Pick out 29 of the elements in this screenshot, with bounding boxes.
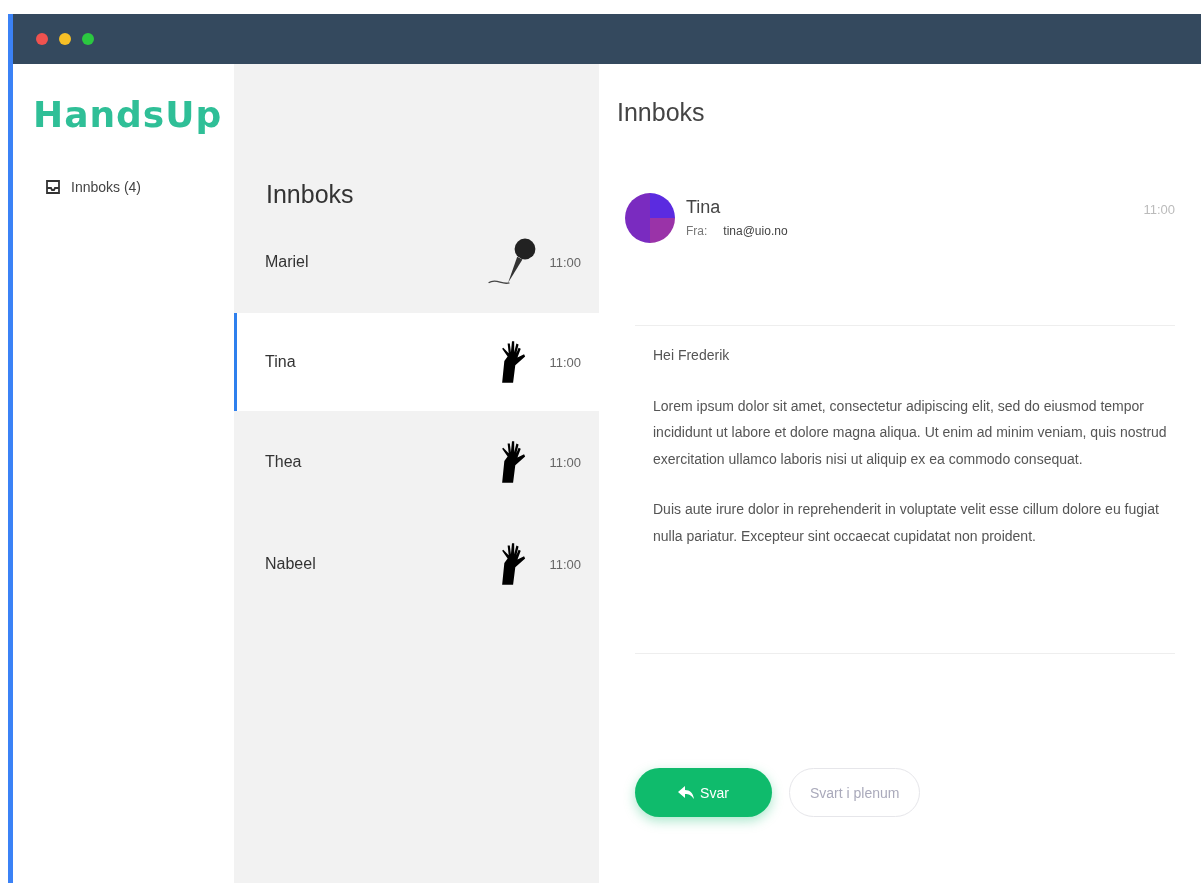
email-address: tina@uio.no (723, 224, 788, 238)
avatar (625, 193, 675, 243)
time-label: 11:00 (1143, 201, 1175, 217)
sender-name: Nabeel (265, 555, 317, 573)
sidebar-item[interactable]: Innboks (4) (45, 179, 142, 195)
close-icon[interactable] (36, 33, 48, 45)
maximize-icon[interactable] (82, 33, 94, 45)
from-label: Fra: (686, 224, 708, 238)
list-heading: Innboks (265, 180, 355, 209)
sender-name: Thea (265, 453, 303, 471)
time-label: 11:00 (548, 454, 581, 470)
time-label: 11:00 (548, 254, 581, 270)
greeting-text: Hei Frederik (653, 346, 731, 365)
body-paragraph: Lorem ipsum dolor sit amet, consectetur adipiscing elit, sed do eiusmod tempor incididunt ut labore et dolore magna aliqua. Ut enim ad minim veniam, quis nostrud exercitation ullamco laboris nisi ut aliquip ex ea commodo consequat. (653, 396, 1168, 469)
logo: HandsUp (33, 94, 224, 135)
sender-name: Tina (686, 197, 722, 218)
time-label: 11:00 (548, 354, 581, 370)
inbox-icon (45, 179, 61, 195)
body-paragraph: Duis aute irure dolor in reprehenderit in voluptate velit esse cillum dolore eu fugiat nulla pariatur. Excepteur sint occaecat cupidatat non proident. (653, 500, 1160, 546)
message-row[interactable]: Nabeel 11:00 (234, 513, 599, 615)
sender-name: Tina (265, 353, 297, 371)
sender-name: Mariel (265, 253, 310, 271)
reply-icon (678, 785, 695, 800)
message-row[interactable]: Thea 11:00 (234, 411, 599, 513)
page-title: Innboks (617, 98, 706, 127)
message-row[interactable]: Mariel 11:00 (234, 211, 599, 313)
message-row[interactable]: Tina 11:00 (234, 313, 599, 411)
time-label: 11:00 (548, 556, 581, 572)
minimize-icon[interactable] (59, 33, 71, 45)
